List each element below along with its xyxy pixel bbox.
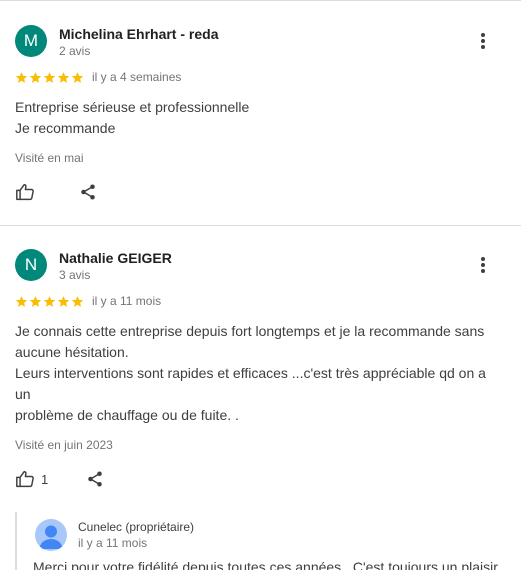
author-review-count: 3 avis: [59, 268, 91, 282]
star-icon: [71, 295, 84, 307]
author-review-count: 2 avis: [59, 44, 91, 58]
rating-row: il y a 4 semaines: [15, 68, 505, 86]
share-icon: [88, 471, 102, 487]
star-icon: [57, 71, 70, 83]
author-block: Nathalie GEIGER 3 avis: [59, 250, 172, 283]
visited-date: Visité en juin 2023: [15, 438, 113, 452]
owner-avatar: [35, 519, 67, 551]
author-block: Michelina Ehrhart - reda 2 avis: [59, 26, 218, 59]
review-card: N Nathalie GEIGER 3 avis il y a 11 mois …: [0, 249, 521, 570]
share-button[interactable]: [79, 183, 97, 201]
review-text-line: Leurs interventions sont rapides et effi…: [15, 365, 490, 402]
more-options-button[interactable]: [471, 29, 495, 53]
star-icon: [71, 71, 84, 83]
star-rating: [15, 71, 84, 84]
owner-reply: Cunelec (propriétaire) il y a 11 mois Me…: [15, 512, 505, 570]
avatar[interactable]: M: [15, 25, 47, 57]
share-icon: [81, 184, 95, 200]
star-icon: [15, 71, 28, 83]
review-text-line: Je recommande: [15, 120, 116, 136]
avatar-letter: N: [24, 255, 38, 274]
avatar-letter: M: [23, 31, 39, 50]
person-icon: [39, 525, 63, 549]
avatar[interactable]: N: [15, 249, 47, 281]
top-divider: [0, 0, 521, 1]
review-date: il y a 11 mois: [92, 294, 162, 308]
review-text: Je connais cette entreprise depuis fort …: [15, 321, 505, 426]
review-header: M Michelina Ehrhart - reda 2 avis: [15, 25, 505, 67]
star-icon: [43, 295, 56, 307]
star-icon: [43, 71, 56, 83]
rating-row: il y a 11 mois: [15, 292, 505, 310]
star-icon: [15, 295, 28, 307]
review-card: M Michelina Ehrhart - reda 2 avis il y a…: [0, 25, 521, 204]
owner-name: Cunelec (propriétaire): [78, 520, 195, 534]
author-name[interactable]: Michelina Ehrhart - reda: [59, 26, 218, 43]
review-actions: [15, 180, 505, 204]
share-button[interactable]: [86, 470, 104, 488]
owner-info: Cunelec (propriétaire) il y a 11 mois: [78, 520, 194, 551]
more-vert-icon: [481, 257, 485, 273]
owner-reply-text: Merci pour votre fidélité depuis toutes …: [33, 559, 498, 570]
reviews-panel: M Michelina Ehrhart - reda 2 avis il y a…: [0, 0, 521, 570]
more-vert-icon: [481, 33, 485, 49]
like-count: 1: [41, 471, 49, 487]
thumb-up-icon: [16, 470, 34, 488]
visited-date: Visité en mai: [15, 151, 84, 165]
owner-reply-date: il y a 11 mois: [78, 536, 148, 550]
review-divider: [0, 225, 521, 226]
star-rating: [15, 295, 84, 308]
review-actions: 1: [15, 467, 505, 491]
review-text-line: problème de chauffage ou de fuite. .: [15, 407, 239, 423]
review-date: il y a 4 semaines: [92, 70, 182, 84]
like-button[interactable]: 1: [15, 470, 48, 488]
review-text-line: Entreprise sérieuse et professionnelle: [15, 99, 250, 115]
like-button[interactable]: [15, 183, 35, 201]
star-icon: [29, 71, 42, 83]
thumb-up-icon: [16, 183, 34, 201]
star-icon: [57, 295, 70, 307]
author-name[interactable]: Nathalie GEIGER: [59, 250, 172, 267]
review-text: Entreprise sérieuse et professionnelle J…: [15, 97, 505, 139]
review-text-line: aucune hésitation.: [15, 344, 129, 360]
more-options-button[interactable]: [471, 253, 495, 277]
review-text-line: Je connais cette entreprise depuis fort …: [15, 323, 485, 339]
star-icon: [29, 295, 42, 307]
review-header: N Nathalie GEIGER 3 avis: [15, 249, 505, 291]
